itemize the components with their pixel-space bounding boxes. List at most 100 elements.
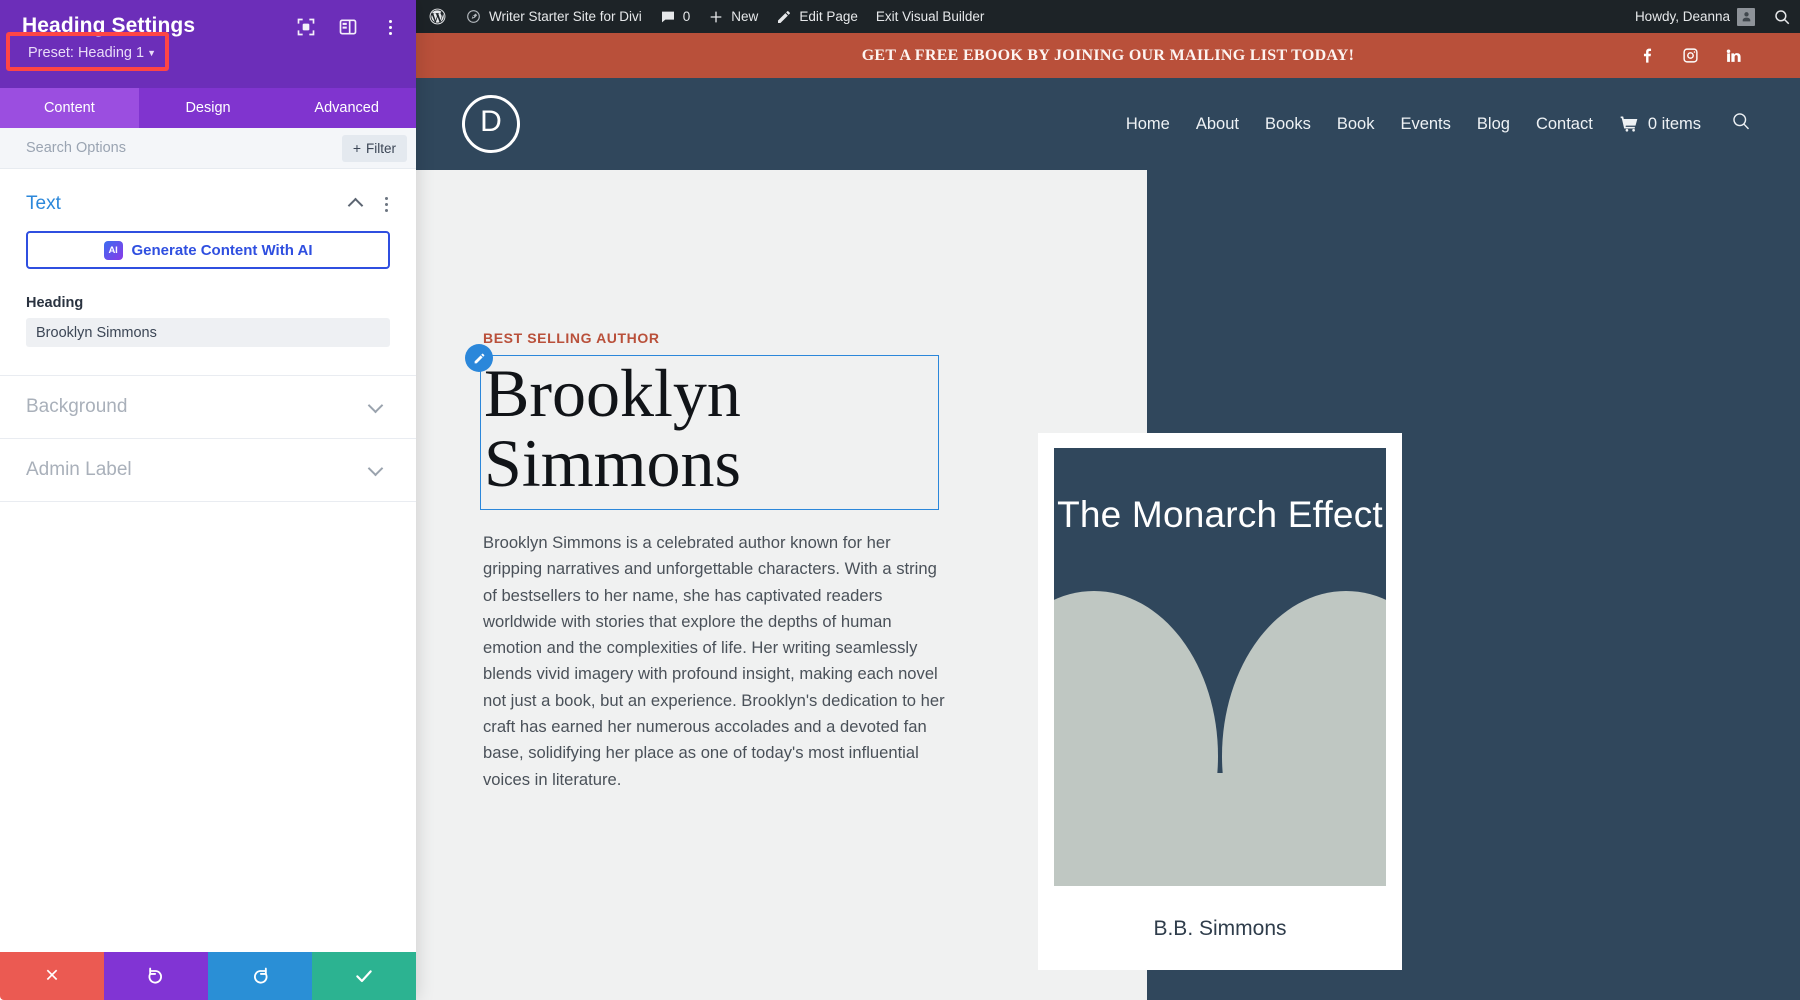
- promo-text: GET A FREE EBOOK BY JOINING OUR MAILING …: [416, 47, 1800, 65]
- section-background-title: Background: [26, 396, 368, 418]
- site-name-menu[interactable]: Writer Starter Site for Divi: [456, 0, 651, 33]
- promo-banner: GET A FREE EBOOK BY JOINING OUR MAILING …: [416, 33, 1800, 78]
- site-search-button[interactable]: [1731, 111, 1752, 137]
- admin-search-button[interactable]: [1764, 0, 1800, 33]
- wp-admin-bar: Writer Starter Site for Divi 0 New Edit …: [416, 0, 1800, 33]
- panel-header-actions: [296, 17, 400, 37]
- comments-menu[interactable]: 0: [651, 0, 700, 33]
- chevron-down-icon[interactable]: [368, 463, 382, 477]
- filter-button[interactable]: + Filter: [342, 135, 407, 162]
- undo-icon: [146, 966, 166, 986]
- exit-visual-builder-label: Exit Visual Builder: [876, 9, 985, 24]
- undo-button[interactable]: [104, 952, 208, 1000]
- page-content: BEST SELLING AUTHOR Brooklyn Simmons Bro…: [416, 170, 1800, 1000]
- panel-tabs: Content Design Advanced: [0, 88, 416, 128]
- new-label: New: [731, 9, 758, 24]
- nav-links: Home About Books Book Events Blog Contac…: [1126, 111, 1752, 137]
- heading-field-input[interactable]: [26, 318, 390, 347]
- wp-logo-button[interactable]: [416, 0, 456, 33]
- tab-advanced[interactable]: Advanced: [277, 88, 416, 128]
- search-icon: [1731, 111, 1752, 132]
- section-text-title: Text: [26, 193, 348, 215]
- nav-link-contact[interactable]: Contact: [1536, 115, 1593, 134]
- instagram-icon[interactable]: [1682, 47, 1699, 64]
- panel-layout-icon[interactable]: [338, 17, 358, 37]
- divi-logo[interactable]: D: [462, 95, 520, 153]
- hero-eyebrow: BEST SELLING AUTHOR: [483, 330, 660, 346]
- site-navbar: D Home About Books Book Events Blog Cont…: [416, 78, 1800, 170]
- more-vertical-icon[interactable]: [376, 197, 396, 212]
- filter-label: Filter: [366, 141, 396, 156]
- section-background-header[interactable]: Background: [0, 376, 416, 439]
- redo-button[interactable]: [208, 952, 312, 1000]
- module-settings-panel: Heading Settings Preset: Heading 1▼: [0, 0, 416, 1000]
- chevron-down-icon[interactable]: [368, 400, 382, 414]
- linkedin-icon[interactable]: [1725, 47, 1742, 64]
- redo-icon: [250, 966, 270, 986]
- more-vertical-icon[interactable]: [380, 20, 400, 35]
- book-author: B.B. Simmons: [1054, 917, 1386, 941]
- book-title: The Monarch Effect: [1054, 490, 1386, 540]
- preset-label: Preset: Heading 1: [28, 45, 144, 61]
- site-preview: GET A FREE EBOOK BY JOINING OUR MAILING …: [416, 33, 1800, 1000]
- book-cover: The Monarch Effect: [1054, 448, 1386, 886]
- section-admin-label-header[interactable]: Admin Label: [0, 439, 416, 502]
- heading-module-selection[interactable]: Brooklyn Simmons: [480, 355, 939, 510]
- search-icon: [1773, 8, 1791, 26]
- cancel-button[interactable]: [0, 952, 104, 1000]
- howdy-label: Howdy, Deanna: [1635, 9, 1730, 24]
- focus-target-icon[interactable]: [296, 17, 316, 37]
- app-screen: Writer Starter Site for Divi 0 New Edit …: [0, 0, 1800, 1000]
- section-text-header[interactable]: Text: [0, 169, 416, 229]
- book-card: The Monarch Effect B.B. Simmons: [1038, 433, 1402, 970]
- cart-count-label: 0 items: [1648, 115, 1701, 134]
- tab-design[interactable]: Design: [139, 88, 278, 128]
- pencil-icon: [776, 9, 792, 25]
- promo-social-links: [1639, 47, 1750, 64]
- comment-count: 0: [683, 9, 691, 24]
- new-content-menu[interactable]: New: [699, 0, 767, 33]
- cover-midband: [1054, 773, 1386, 886]
- nav-link-about[interactable]: About: [1196, 115, 1239, 134]
- edit-module-icon[interactable]: [465, 344, 493, 372]
- comment-bubble-icon: [660, 9, 676, 25]
- hero-heading: Brooklyn Simmons: [484, 358, 924, 498]
- panel-search-row: + Filter: [0, 128, 416, 169]
- nav-link-home[interactable]: Home: [1126, 115, 1170, 134]
- chevron-up-icon[interactable]: [348, 197, 362, 211]
- cart-icon: [1619, 114, 1639, 134]
- preset-selector[interactable]: Preset: Heading 1▼: [24, 42, 160, 64]
- generate-content-with-ai-button[interactable]: AI Generate Content With AI: [26, 231, 390, 269]
- section-admin-label-title: Admin Label: [26, 459, 368, 481]
- chevron-down-icon: ▼: [147, 48, 156, 58]
- nav-link-book[interactable]: Book: [1337, 115, 1375, 134]
- avatar: [1737, 8, 1755, 26]
- save-button[interactable]: [312, 952, 416, 1000]
- facebook-icon[interactable]: [1639, 47, 1656, 64]
- account-menu[interactable]: Howdy, Deanna: [1626, 0, 1764, 33]
- tab-content[interactable]: Content: [0, 88, 139, 128]
- search-input[interactable]: [26, 140, 342, 156]
- ai-button-label: Generate Content With AI: [132, 242, 313, 259]
- dashboard-icon: [465, 8, 482, 25]
- ai-badge-icon: AI: [104, 241, 123, 260]
- nav-link-blog[interactable]: Blog: [1477, 115, 1510, 134]
- divi-logo-letter: D: [480, 107, 502, 137]
- panel-header: Heading Settings Preset: Heading 1▼: [0, 0, 416, 88]
- nav-link-events[interactable]: Events: [1400, 115, 1450, 134]
- panel-body: Text AI Generate Content With AI Heading…: [0, 169, 416, 952]
- butterfly-upper-left-wing: [1054, 591, 1218, 773]
- close-icon: [42, 966, 62, 986]
- cart-button[interactable]: 0 items: [1619, 114, 1701, 134]
- heading-field-label: Heading: [26, 295, 390, 311]
- hero-paragraph: Brooklyn Simmons is a celebrated author …: [483, 530, 953, 793]
- edit-page-label: Edit Page: [799, 9, 858, 24]
- panel-title: Heading Settings: [22, 14, 195, 38]
- exit-visual-builder-button[interactable]: Exit Visual Builder: [867, 0, 994, 33]
- edit-page-menu[interactable]: Edit Page: [767, 0, 867, 33]
- panel-footer: [0, 952, 416, 1000]
- site-name-label: Writer Starter Site for Divi: [489, 9, 642, 24]
- nav-link-books[interactable]: Books: [1265, 115, 1311, 134]
- plus-icon: +: [353, 141, 361, 155]
- plus-icon: [708, 9, 724, 25]
